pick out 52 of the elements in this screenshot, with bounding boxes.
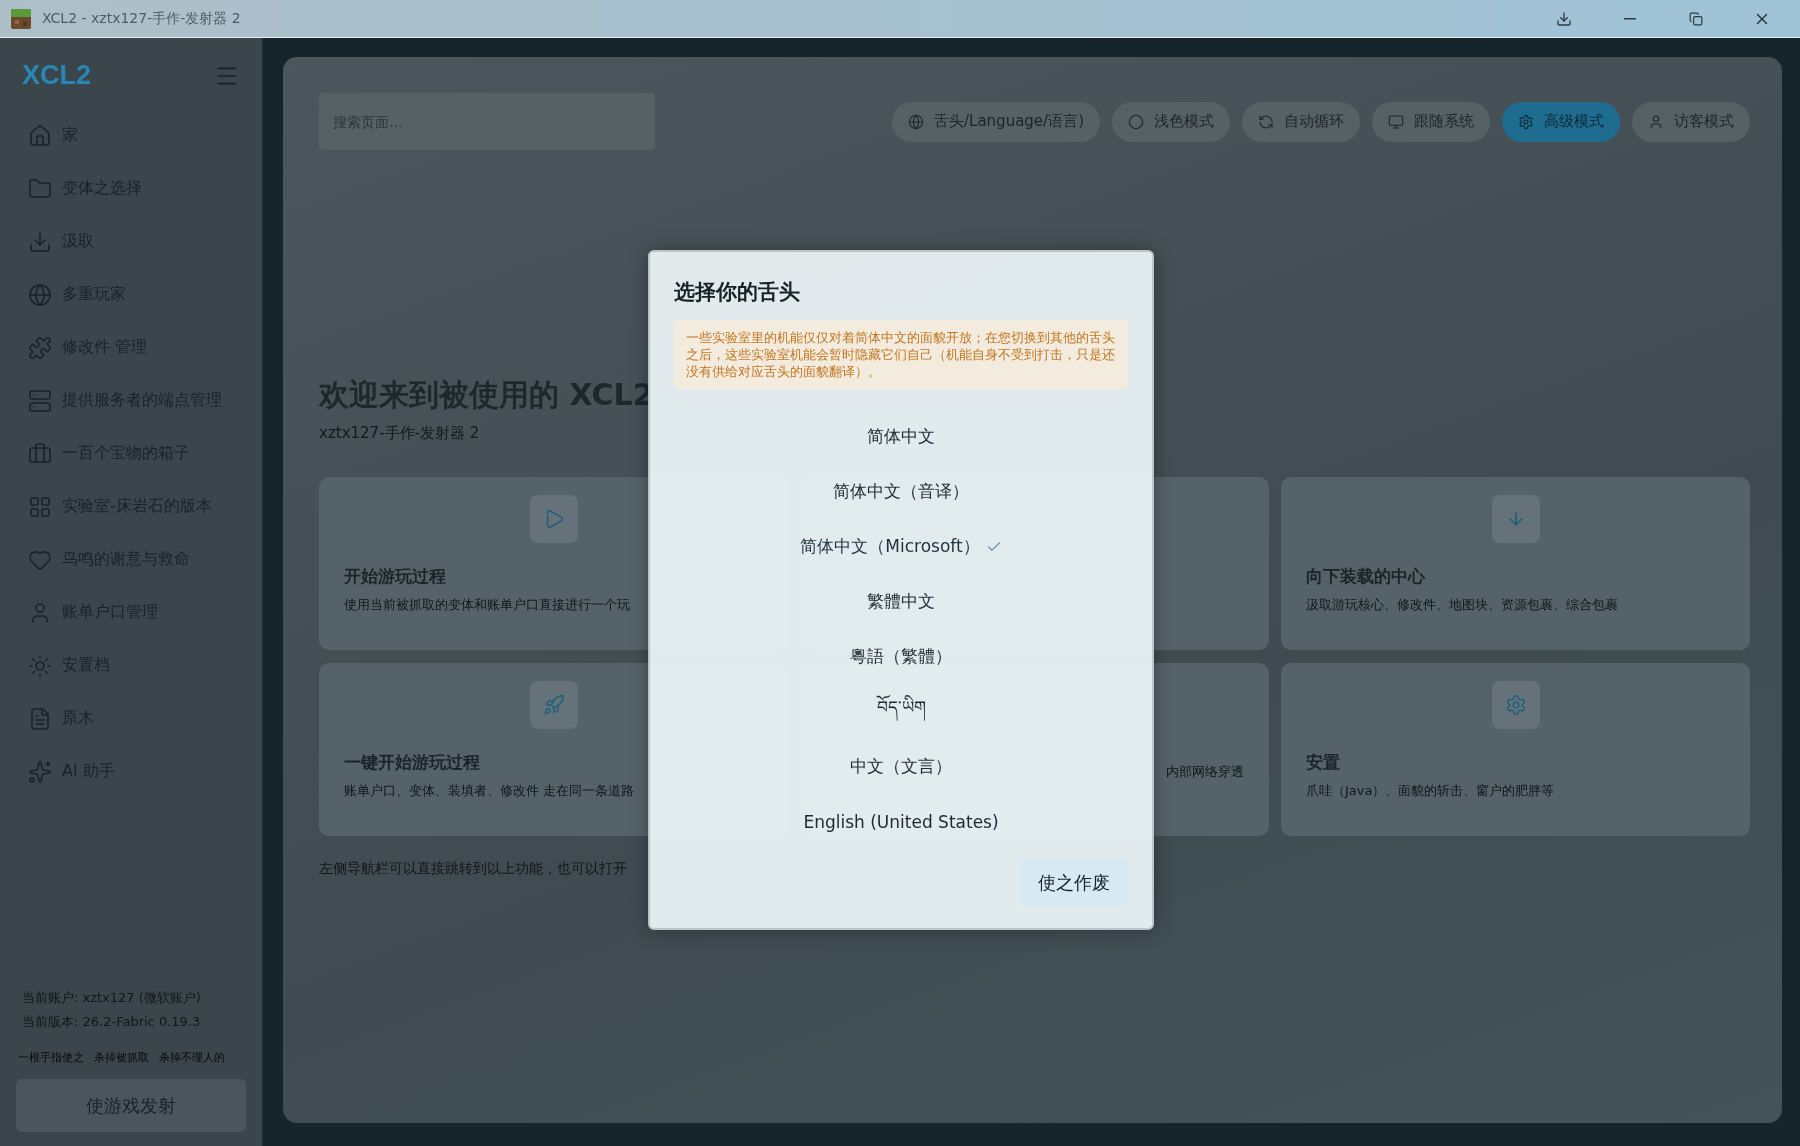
loop-icon [1258,113,1274,130]
notice-text: 一些实验室里的机能仅仅对着简体中文的面貌开放；在您切换到其他的舌头之后，这些实验室机能会暂时隐藏它们自己（机能自身不受到打击，只是还没有供给对应舌头的面貌翻译）。 [674,320,1128,389]
cancel-button[interactable]: 使之作废 [1020,860,1128,906]
globe-icon [28,282,52,307]
mode-button[interactable]: 高级模式 [1502,101,1620,142]
card-description: 内部网络穿透 [1166,763,1244,781]
language-option[interactable]: བོད་ཡིག [870,684,932,739]
card-title: 向下装载的中心 [1306,565,1426,588]
download-icon [28,229,52,254]
puzzle-icon [28,335,52,360]
sparkles-icon [28,759,52,784]
feature-card[interactable]: 安置 爪哇（Java）、面貌的斩击、窗户的肥胖等 [1281,663,1750,836]
mode-button[interactable]: 浅色模式 [1112,101,1230,142]
dialog-title: 选择你的舌头 [674,279,801,306]
language-option[interactable]: 简体中文 [861,409,941,464]
card-title: 安置 [1306,751,1341,774]
minimize-icon [1624,17,1636,20]
mode-button[interactable]: 访客模式 [1632,101,1750,142]
server-icon [28,388,52,413]
mode-button[interactable]: 舌头/Language/语言) [892,101,1100,142]
app-icon [10,7,32,30]
card-title: 一键开始游玩过程 [344,751,481,774]
card-title: 开始游玩过程 [344,565,447,588]
language-option[interactable]: 简体中文（音译） [827,464,975,519]
briefcase-icon [28,441,52,466]
language-option[interactable]: 粵語（繁體） [844,629,958,684]
language-option[interactable]: 中文（文言） [844,739,958,794]
card-description: 爪哇（Java）、面貌的斩击、窗户的肥胖等 [1306,782,1555,800]
window-title: XCL2 - xztx127-手作-发射器 2 [42,9,242,28]
card-description: 汲取游玩核心、修改件、地图块、资源包裹、综合包裹 [1306,596,1618,614]
language-option[interactable]: 繁體中文 [861,574,941,629]
home-icon [28,123,52,148]
monitor-icon [1388,113,1404,130]
download-icon [1556,10,1572,27]
sun-icon [28,653,52,678]
folder-icon [28,176,52,201]
feature-card[interactable]: 向下装载的中心 汲取游玩核心、修改件、地图块、资源包裹、综合包裹 [1281,477,1750,650]
rocket-icon [542,694,565,716]
user-icon [1648,113,1664,130]
document-icon [28,706,52,731]
settings-icon [1518,113,1534,130]
welcome-subtitle: xztx127-手作-发射器 2 [319,424,480,443]
mode-button[interactable]: 自动循环 [1242,101,1360,142]
settings-icon [1504,694,1527,716]
language-option[interactable]: English (United States) [797,794,1005,849]
restore-icon [1689,11,1703,26]
logo: XCL2 [22,60,92,91]
globe-icon [908,113,924,130]
circle-icon [1128,113,1144,130]
language-option[interactable]: 简体中文（Microsoft） [794,519,1008,574]
mode-button[interactable]: 跟随系统 [1372,101,1490,142]
grid-icon [28,494,52,519]
